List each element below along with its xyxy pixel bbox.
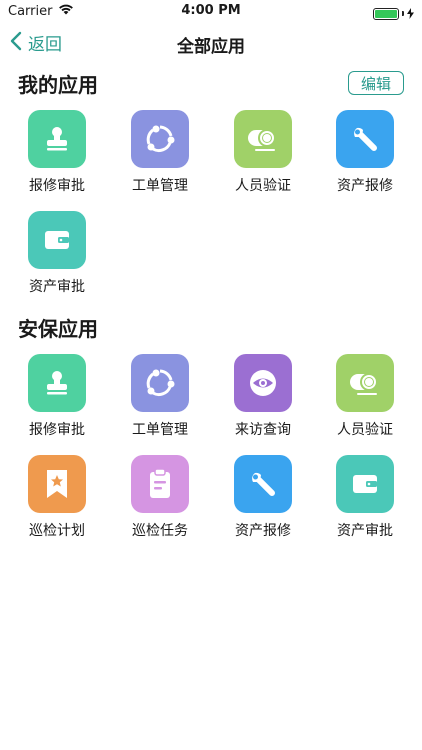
app-label: 巡检任务 [132, 523, 188, 539]
status-time: 4:00 PM [181, 3, 241, 18]
security-app-item[interactable]: 资产审批 [313, 455, 417, 540]
security-apps-header: 安保应用 [18, 312, 404, 342]
stamp-icon [28, 110, 86, 168]
app-label: 人员验证 [235, 178, 291, 194]
my-app-item[interactable]: 人员验证 [211, 110, 315, 195]
id-card-icon [336, 354, 394, 412]
wallet-icon [336, 455, 394, 513]
eye-icon [234, 354, 292, 412]
cycle-icon [131, 110, 189, 168]
security-app-item[interactable]: 人员验证 [313, 354, 417, 439]
stamp-icon [28, 354, 86, 412]
security-app-item[interactable]: 来访查询 [211, 354, 315, 439]
security-app-item[interactable]: 报修审批 [5, 354, 109, 439]
security-apps-title: 安保应用 [18, 316, 98, 341]
app-label: 人员验证 [337, 422, 393, 438]
clipboard-icon [131, 455, 189, 513]
app-label: 资产审批 [29, 279, 85, 295]
security-app-item[interactable]: 巡检计划 [5, 455, 109, 540]
security-app-item[interactable]: 工单管理 [108, 354, 212, 439]
status-bar: Carrier 4:00 PM [0, 0, 422, 22]
cycle-icon [131, 354, 189, 412]
charging-icon [407, 4, 414, 23]
nav-bar: 返回 全部应用 [0, 22, 422, 66]
battery-cap [402, 11, 404, 16]
my-app-item[interactable]: 工单管理 [108, 110, 212, 195]
app-label: 工单管理 [132, 178, 188, 194]
battery-icon [373, 7, 399, 20]
bookmark-star-icon [28, 455, 86, 513]
app-label: 资产报修 [337, 178, 393, 194]
my-app-item[interactable]: 报修审批 [5, 110, 109, 195]
app-label: 报修审批 [29, 178, 85, 194]
my-apps-title: 我的应用 [18, 72, 98, 97]
app-label: 来访查询 [235, 422, 291, 438]
wallet-icon [28, 211, 86, 269]
edit-button[interactable]: 编辑 [348, 71, 404, 95]
security-app-item[interactable]: 资产报修 [211, 455, 315, 540]
wrench-icon [336, 110, 394, 168]
page-title: 全部应用 [177, 37, 245, 57]
app-label: 工单管理 [132, 422, 188, 438]
my-app-item[interactable]: 资产报修 [313, 110, 417, 195]
app-label: 报修审批 [29, 422, 85, 438]
security-app-item[interactable]: 巡检任务 [108, 455, 212, 540]
status-right [373, 4, 414, 23]
my-app-item[interactable]: 资产审批 [5, 211, 109, 296]
app-label: 资产审批 [337, 523, 393, 539]
id-card-icon [234, 110, 292, 168]
app-label: 巡检计划 [29, 523, 85, 539]
wrench-icon [234, 455, 292, 513]
app-label: 资产报修 [235, 523, 291, 539]
my-apps-header: 我的应用 编辑 [18, 68, 404, 98]
